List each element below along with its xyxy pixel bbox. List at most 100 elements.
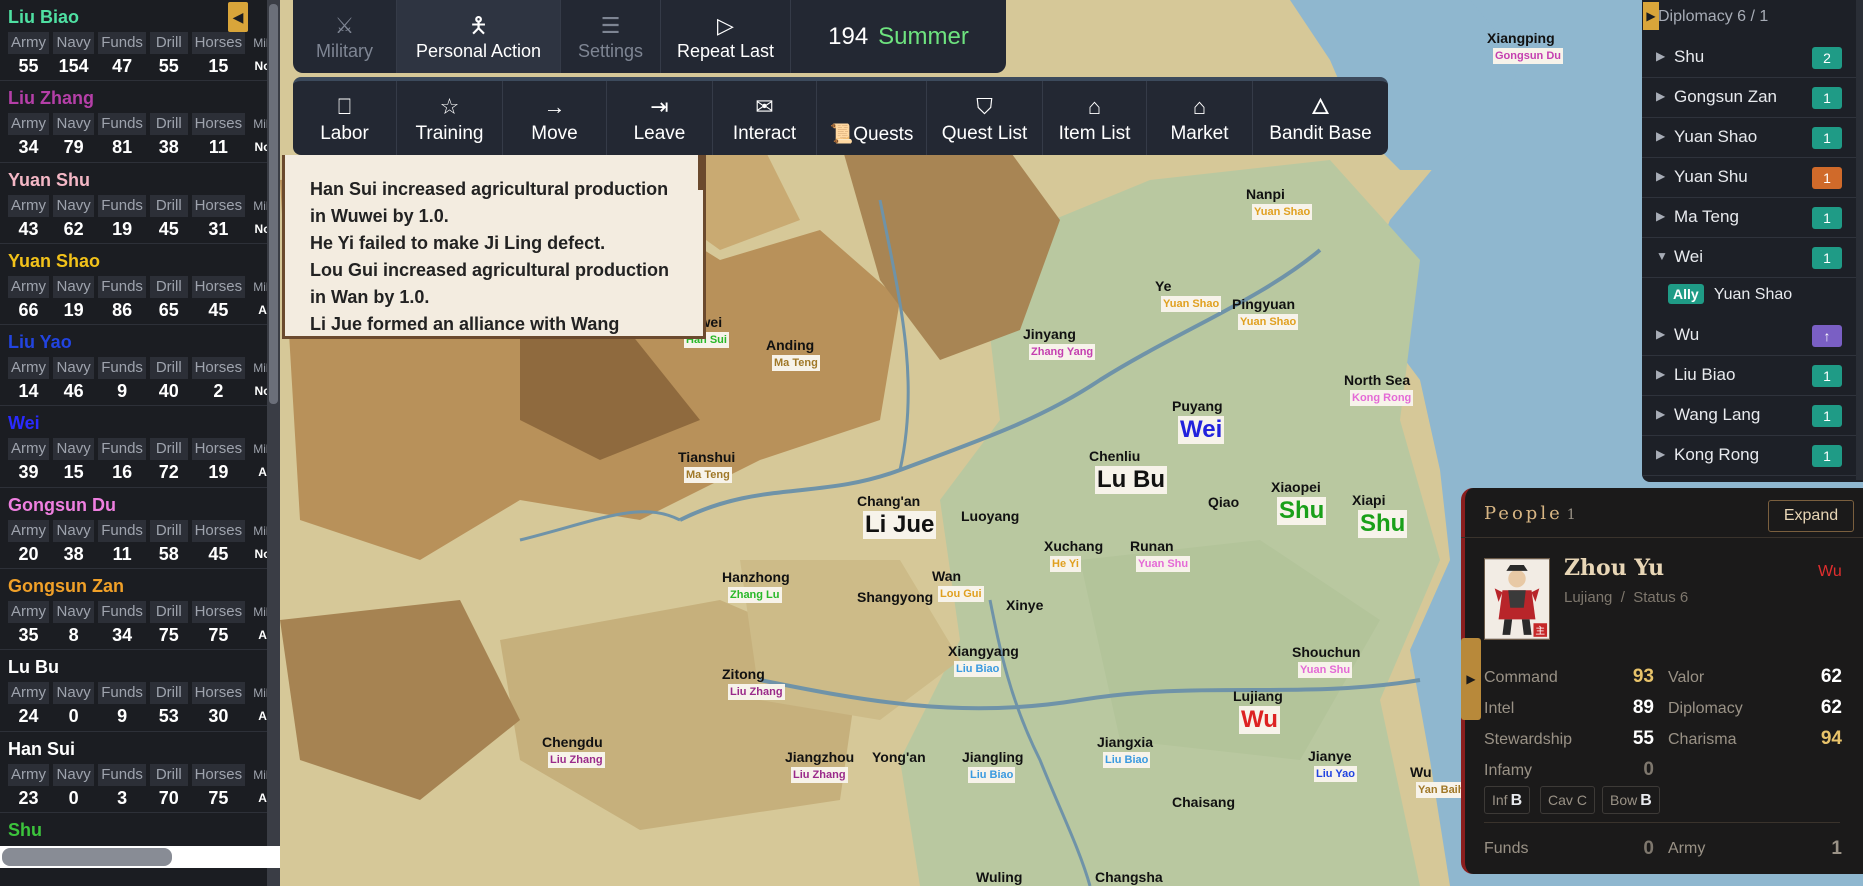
city-label[interactable]: Jianye <box>1308 748 1352 764</box>
people-panel-toggle-arrow-icon[interactable]: ▶ <box>1461 638 1481 720</box>
city-label[interactable]: Wan <box>932 568 961 584</box>
city-label[interactable]: Hanzhong <box>722 569 790 585</box>
city-label[interactable]: Xiapi <box>1352 492 1385 508</box>
city-label[interactable]: Jiangxia <box>1097 734 1153 750</box>
diplomacy-row[interactable]: ▼ Wei 1 <box>1642 238 1856 278</box>
move-button[interactable]: → Move <box>503 81 607 155</box>
city-label[interactable]: Puyang <box>1172 398 1223 414</box>
interact-button[interactable]: ✉ Interact <box>713 81 817 155</box>
chevron-right-icon[interactable]: ▶ <box>1656 169 1665 183</box>
city-label[interactable]: Pingyuan <box>1232 296 1295 312</box>
faction-row[interactable]: Liu Zhang Army 34 Navy 79 Funds 81 Drill 38 Horse… <box>0 81 280 163</box>
chevron-right-icon[interactable]: ▶ <box>1656 49 1665 63</box>
city-label[interactable]: Jiangzhou <box>785 749 854 765</box>
city-owner-tag[interactable]: Ma Teng <box>684 467 732 483</box>
city-label[interactable]: Anding <box>766 337 814 353</box>
training-button[interactable]: ☆ Training <box>397 81 503 155</box>
person-portrait[interactable]: 主 <box>1484 558 1550 640</box>
city-label[interactable]: Chengdu <box>542 734 603 750</box>
city-owner-tag[interactable]: Lou Gui <box>938 586 984 602</box>
city-owner-tag[interactable]: Kong Rong <box>1350 390 1414 406</box>
city-label[interactable]: Xiaopei <box>1271 479 1321 495</box>
faction-row[interactable]: Yuan Shu Army 43 Navy 62 Funds 19 Drill 45 Horses… <box>0 163 280 244</box>
city-owner-tag[interactable]: Yuan Shao <box>1252 204 1313 220</box>
city-owner-tag[interactable]: Liu Zhang <box>791 767 848 783</box>
city-owner-tag[interactable]: Liu Zhang <box>728 684 785 700</box>
city-owner-tag[interactable]: Liu Biao <box>954 661 1002 677</box>
city-owner-tag[interactable]: Wei <box>1178 416 1225 444</box>
city-label[interactable]: Ye <box>1155 278 1171 294</box>
diplomacy-row[interactable]: ▶ Kong Rong 1 <box>1642 436 1856 476</box>
city-owner-tag[interactable]: Shu <box>1358 510 1408 538</box>
diplomacy-row[interactable]: ▶ Yuan Shao 1 <box>1642 118 1856 158</box>
city-owner-tag[interactable]: Liu Yao <box>1314 766 1357 782</box>
city-owner-tag[interactable]: Gongsun Du <box>1493 48 1563 64</box>
city-owner-tag[interactable]: Yuan Shu <box>1298 662 1353 678</box>
person-name[interactable]: Zhou Yu <box>1564 555 1664 581</box>
leave-button[interactable]: ⇥ Leave <box>607 81 713 155</box>
diplomacy-row[interactable]: ▶ Ma Teng 1 <box>1642 198 1856 238</box>
city-label[interactable]: Wu <box>1410 764 1432 780</box>
faction-row[interactable]: Gongsun Du Army 20 Navy 38 Funds 11 Drill 58 Hors… <box>0 488 280 570</box>
sidebar-hscrollbar-thumb[interactable] <box>2 848 172 866</box>
city-owner-tag[interactable]: Liu Zhang <box>548 752 605 768</box>
collapse-left-arrow-icon[interactable]: ◀ <box>228 2 248 32</box>
city-owner-tag[interactable]: Lu Bu <box>1095 466 1167 494</box>
city-label[interactable]: Shouchun <box>1292 644 1360 660</box>
city-owner-tag[interactable]: Liu Biao <box>1103 752 1151 768</box>
city-owner-tag[interactable]: Shu <box>1277 497 1327 525</box>
diplomacy-row[interactable]: ▶ Shu 2 <box>1642 38 1856 78</box>
city-owner-tag[interactable]: Yuan Shao <box>1238 314 1299 330</box>
city-label[interactable]: Zitong <box>722 666 765 682</box>
quests-button[interactable]: . 📜Quests <box>817 81 927 155</box>
diplomacy-row[interactable]: ▶ Wu ↑ <box>1642 316 1856 356</box>
faction-row[interactable]: Gongsun Zan Army 35 Navy 8 Funds 34 Drill 75 Hors… <box>0 569 280 651</box>
city-label[interactable]: Xinye <box>1006 597 1043 613</box>
sidebar-scrollbar-thumb[interactable] <box>269 4 278 404</box>
faction-row[interactable]: Liu Yao Army 14 Navy 46 Funds 9 Drill 40 Horses 2 M… <box>0 325 280 407</box>
chevron-down-icon[interactable]: ▼ <box>1656 249 1668 263</box>
city-label[interactable]: Chaisang <box>1172 794 1235 810</box>
tab-settings[interactable]: ☰ Settings <box>561 0 661 73</box>
city-label[interactable]: Lujiang <box>1233 688 1283 704</box>
faction-row[interactable]: Yuan Shao Army 66 Navy 19 Funds 86 Drill 65 Horse… <box>0 244 280 326</box>
chevron-right-icon[interactable]: ▶ <box>1656 327 1665 341</box>
faction-row[interactable]: Han Sui Army 23 Navy 0 Funds 3 Drill 70 Horses 75 M… <box>0 732 280 813</box>
city-label[interactable]: Jiangling <box>962 749 1023 765</box>
chevron-right-icon[interactable]: ▶ <box>1656 129 1665 143</box>
city-label[interactable]: Tianshui <box>678 449 735 465</box>
city-label[interactable]: Chang'an <box>857 493 920 509</box>
diplomacy-scrollbar[interactable] <box>1856 0 1863 480</box>
city-owner-tag[interactable]: Yuan Shu <box>1136 556 1191 572</box>
repeat-last-button[interactable]: ▷ Repeat Last <box>661 0 791 73</box>
city-owner-tag[interactable]: Liu Biao <box>968 767 1016 783</box>
city-owner-tag[interactable]: Wu <box>1239 706 1280 734</box>
bandit-base-button[interactable]: 🜂 Bandit Base <box>1253 81 1388 155</box>
chevron-right-icon[interactable]: ▶ <box>1656 447 1665 461</box>
city-label[interactable]: Changsha <box>1095 869 1163 885</box>
tab-personal-action[interactable]: 🯅 Personal Action <box>397 0 561 73</box>
city-label[interactable]: Xiangping <box>1487 30 1555 46</box>
city-label[interactable]: Luoyang <box>961 508 1019 524</box>
city-owner-tag[interactable]: Zhang Lu <box>728 587 782 603</box>
chevron-right-icon[interactable]: ▶ <box>1656 407 1665 421</box>
faction-row[interactable]: Lu Bu Army 24 Navy 0 Funds 9 Drill 53 Horses 30 Mil… <box>0 650 280 732</box>
city-label[interactable]: Shangyong <box>857 589 933 605</box>
event-log[interactable]: Han Sui increased agricultural productio… <box>282 155 706 339</box>
city-label[interactable]: Chenliu <box>1089 448 1140 464</box>
labor-button[interactable]: ⎕ Labor <box>293 81 397 155</box>
faction-row[interactable]: Wei Army 39 Navy 15 Funds 16 Drill 72 Horses 19 Mil… <box>0 406 280 488</box>
tab-military[interactable]: ⚔ Military <box>293 0 397 73</box>
city-label[interactable]: Xiangyang <box>948 643 1019 659</box>
expand-button[interactable]: Expand <box>1768 500 1854 532</box>
city-label[interactable]: Xuchang <box>1044 538 1103 554</box>
quest-list-button[interactable]: ⛉ Quest List <box>927 81 1043 155</box>
city-label[interactable]: Wuling <box>976 869 1022 885</box>
market-button[interactable]: ⌂ Market <box>1147 81 1253 155</box>
city-owner-tag[interactable]: Zhang Yang <box>1029 344 1096 360</box>
city-label[interactable]: Qiao <box>1208 494 1239 510</box>
chevron-right-icon[interactable]: ▶ <box>1656 367 1665 381</box>
city-label[interactable]: Yong'an <box>872 749 926 765</box>
city-owner-tag[interactable]: Ma Teng <box>772 355 820 371</box>
diplomacy-row[interactable]: ▶ Liu Biao 1 <box>1642 356 1856 396</box>
